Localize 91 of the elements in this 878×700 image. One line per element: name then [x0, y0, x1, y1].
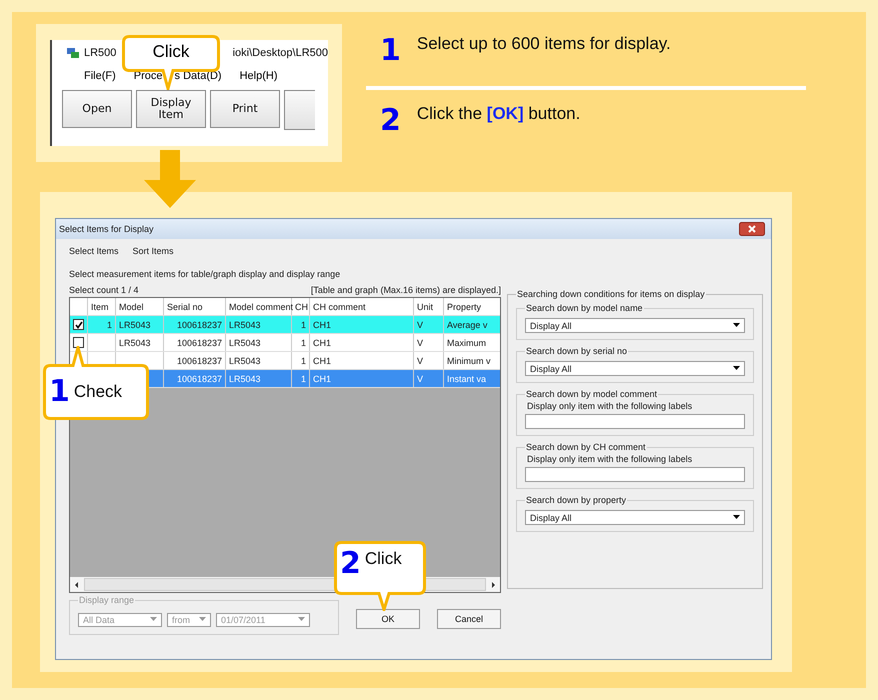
menu-item[interactable]: Proce: [134, 70, 163, 82]
dropdown[interactable]: Display All: [525, 361, 745, 376]
table-cell: Minimum v: [447, 356, 491, 366]
dropdown[interactable]: Display All: [525, 510, 745, 525]
dropdown-arrow-icon: [150, 617, 157, 622]
step-text: Select up to 600 items for display.: [416, 33, 671, 54]
step-number: 2: [340, 549, 361, 579]
step-number: 1: [49, 377, 70, 407]
field-label: Display only item with the following labels: [527, 401, 694, 411]
table-cell: 1: [300, 356, 306, 366]
group-label: Display range: [78, 595, 136, 605]
window-title: Select Items for Display: [59, 224, 154, 234]
window-title: ioki\Desktop\LR500: [232, 47, 328, 59]
dialog-button[interactable]: Cancel: [437, 609, 501, 629]
column-header[interactable]: Model comment: [226, 298, 292, 315]
select-count: Select count 1 / 4: [69, 285, 139, 295]
table-cell: CH1: [313, 356, 332, 366]
down-arrow-icon: [144, 150, 196, 208]
toolbar-button[interactable]: Display Item: [136, 90, 206, 128]
column-header[interactable]: Unit: [414, 298, 444, 315]
column-header[interactable]: Serial no: [164, 298, 226, 315]
checkbox[interactable]: [73, 319, 84, 330]
toolbar-button[interactable]: [284, 90, 315, 130]
table-cell: 1: [106, 320, 112, 330]
column-header[interactable]: CH: [292, 298, 310, 315]
table-row[interactable]: LR5043 100618237 LR5043 1 CH1 V Maximum: [70, 334, 500, 352]
table-cell: LR5043: [229, 356, 261, 366]
scroll-left-icon[interactable]: [73, 580, 81, 588]
table-cell: 100618237: [176, 374, 222, 384]
table-cell: LR5043: [229, 374, 261, 384]
menu-item[interactable]: File(F): [84, 70, 116, 82]
table-row[interactable]: 100618237 LR5043 1 CH1 V Minimum v: [70, 352, 500, 370]
step-number: 2: [380, 106, 401, 136]
callout-text: Click: [364, 549, 402, 569]
field-label: Display only item with the following labels: [527, 454, 694, 464]
dropdown-arrow-icon: [733, 323, 740, 328]
instruction-text: Select measurement items for table/graph display and display range: [69, 269, 342, 279]
column-header[interactable]: Model: [116, 298, 164, 315]
table-cell: LR5043: [229, 338, 261, 348]
scroll-right-icon[interactable]: [489, 580, 497, 588]
dialog-button[interactable]: OK: [356, 609, 420, 629]
table-cell: LR5043: [119, 320, 151, 330]
menu-item[interactable]: Sort Items: [132, 246, 174, 256]
menu-item[interactable]: Help(H): [240, 70, 278, 82]
table-cell: CH1: [313, 320, 332, 330]
table-cell: LR5043: [119, 338, 151, 348]
group-label: Search down by model name: [525, 303, 644, 313]
table-cell: V: [417, 374, 424, 384]
table-cell: 1: [300, 320, 306, 330]
table-cell: 100618237: [176, 320, 222, 330]
group-label: Searching down conditions for items on display: [516, 289, 706, 299]
checkbox[interactable]: [73, 337, 84, 348]
input-field[interactable]: [525, 414, 745, 429]
menu-item[interactable]: s Data(D): [174, 70, 222, 82]
group-label: Search down by serial no: [525, 346, 628, 356]
toolbar-button[interactable]: Print: [210, 90, 280, 128]
dropdown-arrow-icon: [199, 617, 206, 622]
column-header[interactable]: CH comment: [310, 298, 414, 315]
menu-item[interactable]: Select Items: [69, 246, 119, 256]
table-cell: V: [417, 356, 424, 366]
callout-text: Click: [152, 42, 190, 62]
table-cell: 100618237: [176, 356, 222, 366]
table-row[interactable]: 1 LR5043 100618237 LR5043 1 CH1 V Average v: [70, 316, 500, 334]
table-cell: CH1: [313, 338, 332, 348]
table-cell: Instant va: [447, 374, 486, 384]
computer-icon: [66, 47, 80, 59]
dropdown-arrow-icon: [733, 366, 740, 371]
input-field[interactable]: [525, 467, 745, 482]
window-title: LR500: [84, 47, 116, 59]
table-cell: V: [417, 338, 424, 348]
table-cell: Maximum: [447, 338, 486, 348]
column-header[interactable]: Property: [444, 298, 498, 315]
step-number: 1: [380, 36, 401, 66]
table-cell: 1: [300, 374, 306, 384]
column-header[interactable]: Item: [88, 298, 116, 315]
close-icon[interactable]: [739, 222, 765, 236]
table-cell: V: [417, 320, 424, 330]
dropdown-arrow-icon: [298, 617, 305, 622]
table-cell: Average v: [447, 320, 488, 330]
table-cell: LR5043: [229, 320, 261, 330]
table-cell: CH1: [313, 374, 332, 384]
group-label: Search down by model comment: [525, 389, 658, 399]
table-cell: 100618237: [176, 338, 222, 348]
dropdown-arrow-icon: [733, 515, 740, 520]
note-text: [Table and graph (Max.16 items) are displayed.]: [310, 285, 501, 295]
step-text: Click the [OK] button.: [416, 103, 580, 124]
toolbar-button[interactable]: Open: [62, 90, 132, 128]
dropdown[interactable]: Display All: [525, 318, 745, 333]
table-cell: 1: [300, 338, 306, 348]
group-label: Search down by CH comment: [525, 442, 647, 452]
group-label: Search down by property: [525, 495, 628, 505]
